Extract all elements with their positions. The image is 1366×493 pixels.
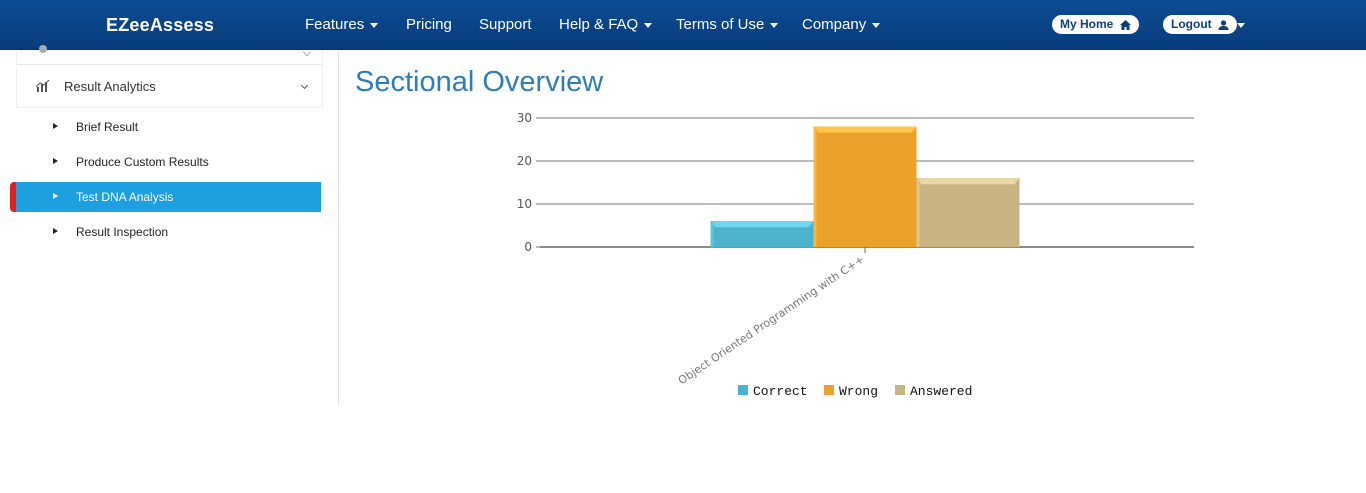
sidebar-item-label: Result Inspection — [76, 225, 169, 239]
caret-down-icon — [644, 22, 653, 28]
bar-edge — [916, 178, 920, 247]
analytics-chart-icon — [36, 80, 50, 92]
sidebar-section-label: Result Analytics — [64, 79, 156, 94]
bar-edge — [710, 221, 714, 247]
chevron-down-icon — [300, 81, 309, 90]
y-tick-label: 20 — [517, 154, 532, 168]
sidebar-item-label: Brief Result — [76, 120, 139, 134]
my-home-label: My Home — [1060, 17, 1114, 31]
y-tick-label: 0 — [524, 240, 532, 254]
legend-label: Wrong — [839, 384, 878, 399]
caret-down-icon — [770, 22, 779, 28]
caret-right-icon — [53, 228, 58, 234]
bar-edge — [813, 126, 817, 247]
caret-right-icon — [53, 123, 58, 129]
sidebar: Result Analytics Brief Result Produce Cu… — [0, 45, 339, 406]
brand-logo[interactable]: EZeeAssess — [106, 15, 214, 36]
legend-label: Answered — [910, 384, 972, 399]
bar-bevel — [710, 221, 814, 228]
caret-down-icon — [370, 22, 379, 28]
x-category-label: Object Oriented Programming with C++ — [676, 253, 867, 388]
sidebar-item-test-dna-analysis[interactable]: Test DNA Analysis — [16, 182, 321, 212]
legend-swatch-correct — [738, 385, 748, 395]
bar-answered — [916, 178, 1020, 247]
sectional-overview-chart: 0 10 20 30 Object Oriented Programming with … — [517, 111, 1194, 399]
caret-down-icon — [872, 22, 881, 28]
legend-swatch-wrong — [824, 385, 834, 395]
nav-terms-label: Terms of Use — [676, 16, 765, 33]
nav-terms-of-use[interactable]: Terms of Use — [676, 16, 779, 33]
logout-button[interactable]: Logout — [1163, 15, 1237, 34]
section-icon — [39, 45, 47, 53]
y-tick-label: 10 — [517, 197, 532, 211]
bar-bevel — [916, 178, 1020, 185]
nav-company-label: Company — [802, 16, 867, 33]
caret-right-icon — [53, 193, 58, 199]
nav-support-label: Support — [479, 16, 532, 33]
sidebar-item-label: Test DNA Analysis — [76, 190, 174, 204]
legend-swatch-answered — [895, 385, 905, 395]
nav-help-faq[interactable]: Help & FAQ — [559, 16, 653, 33]
bar-wrong — [813, 126, 917, 247]
nav-pricing-label: Pricing — [406, 16, 452, 33]
sidebar-section-collapsed[interactable] — [16, 45, 323, 65]
caret-right-icon — [53, 158, 58, 164]
sidebar-item-label: Produce Custom Results — [76, 155, 209, 169]
sidebar-item-brief-result[interactable]: Brief Result — [16, 112, 321, 142]
bar-bevel — [813, 126, 917, 133]
nav-support[interactable]: Support — [479, 16, 532, 33]
sidebar-section-result-analytics[interactable]: Result Analytics — [16, 66, 323, 108]
top-navbar: EZeeAssess Features Pricing Support Help… — [0, 0, 1366, 50]
nav-pricing[interactable]: Pricing — [406, 16, 452, 33]
user-icon — [1218, 20, 1229, 30]
home-icon — [1119, 20, 1131, 30]
page-title: Sectional Overview — [355, 66, 604, 98]
legend-label: Correct — [753, 384, 808, 399]
nav-features-label: Features — [305, 16, 365, 33]
nav-company[interactable]: Company — [802, 16, 881, 33]
nav-help-faq-label: Help & FAQ — [559, 16, 639, 33]
sidebar-item-result-inspection[interactable]: Result Inspection — [16, 217, 321, 247]
y-tick-label: 30 — [517, 111, 532, 125]
my-home-button[interactable]: My Home — [1052, 15, 1139, 34]
logout-label: Logout — [1171, 17, 1212, 31]
nav-features[interactable]: Features — [305, 16, 379, 33]
sidebar-item-produce-custom-results[interactable]: Produce Custom Results — [16, 147, 321, 177]
account-caret-icon[interactable] — [1237, 23, 1245, 28]
